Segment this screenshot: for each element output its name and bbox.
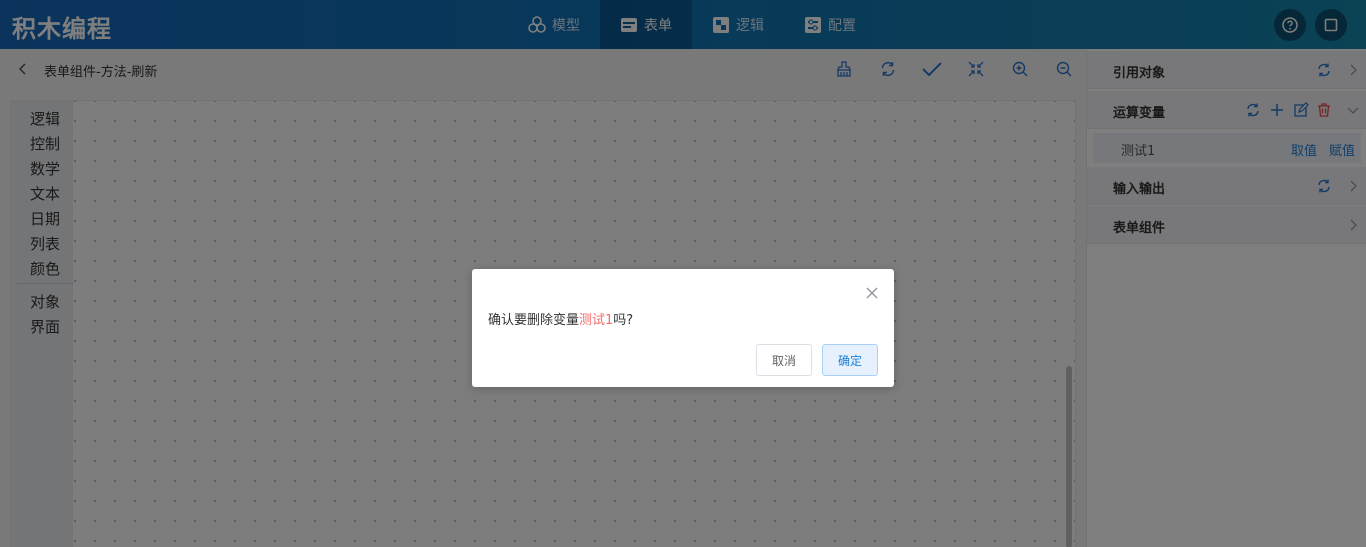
message-prefix: 确认要删除变量	[488, 313, 580, 328]
cancel-button[interactable]: 取消	[756, 344, 812, 376]
close-icon[interactable]	[866, 287, 878, 299]
message-suffix: 吗?	[613, 313, 634, 328]
confirm-dialog: 确认要删除变量测试1吗? 取消 确定	[472, 269, 894, 387]
dialog-message: 确认要删除变量测试1吗?	[488, 309, 633, 328]
message-variable: 测试1	[579, 313, 614, 328]
confirm-button[interactable]: 确定	[822, 344, 878, 376]
